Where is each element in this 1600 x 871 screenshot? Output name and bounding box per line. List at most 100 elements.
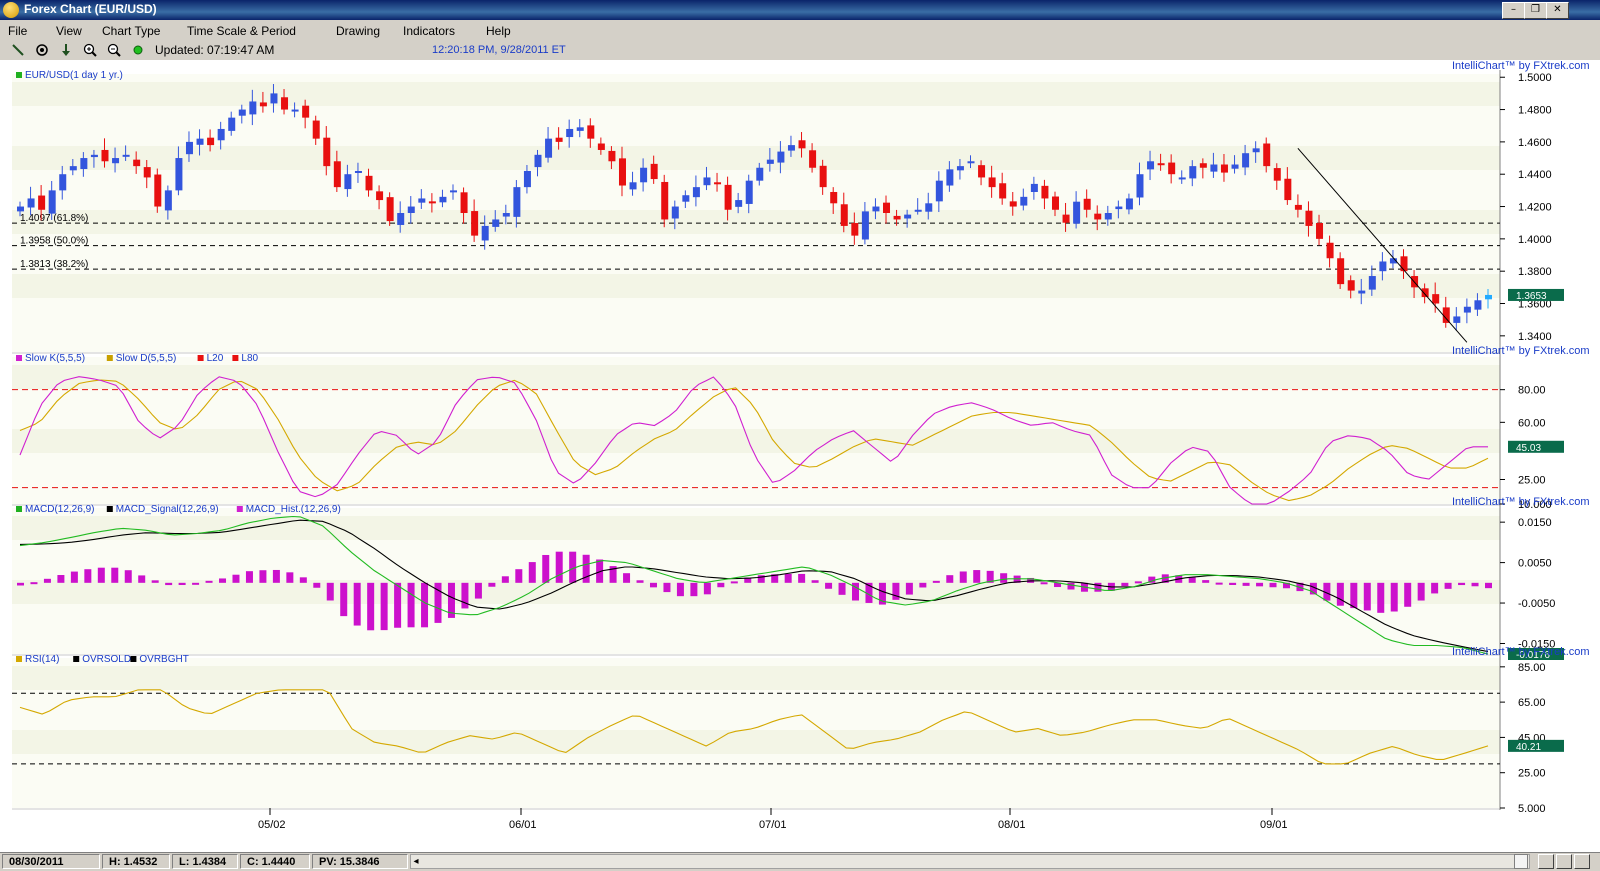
download-arrow-icon[interactable]: [58, 42, 74, 58]
line-draw-icon[interactable]: [10, 42, 26, 58]
zoom-in-icon[interactable]: [82, 42, 98, 58]
scroll-left-arrow-icon[interactable]: ◂: [410, 854, 422, 869]
candle-body: [608, 150, 616, 162]
candle-body: [1094, 213, 1102, 220]
macd-histogram-bar: [151, 580, 159, 583]
candle-body: [1432, 294, 1440, 304]
macd-histogram-bar: [299, 577, 307, 583]
macd-histogram-bar: [1242, 582, 1250, 586]
window-grid-icon[interactable]: [1574, 854, 1590, 869]
macd-histogram-bar: [1067, 582, 1075, 590]
candle-body: [756, 167, 764, 181]
macd-histogram-bar: [1134, 581, 1142, 584]
candle-body: [196, 138, 204, 145]
candle-body: [1083, 198, 1091, 210]
candle-body: [281, 97, 289, 110]
macd-histogram-bar: [1094, 582, 1102, 592]
candle-body: [164, 190, 172, 211]
legend-label: L20: [207, 353, 224, 364]
candle-body: [861, 211, 869, 240]
macd-histogram-bar: [138, 575, 146, 583]
price-axis-label: 1.3800: [1518, 266, 1552, 278]
menu-view[interactable]: View: [56, 24, 82, 38]
macd-histogram-bar: [1363, 582, 1371, 611]
legend-swatch: [197, 355, 204, 361]
menu-help[interactable]: Help: [486, 24, 511, 38]
macd-histogram-bar: [946, 575, 954, 583]
intellichart-brand: IntelliChart™ by FXtrek.com: [1452, 345, 1590, 357]
status-close: C: 1.4440: [240, 854, 310, 869]
macd-histogram-bar: [1404, 582, 1412, 607]
price-axis-label: 1.5000: [1518, 72, 1552, 84]
candle-body: [291, 109, 299, 112]
panel-band: [12, 274, 1500, 298]
intellichart-brand: IntelliChart™ by FXtrek.com: [1452, 496, 1590, 508]
macd-histogram-bar: [326, 582, 334, 601]
window-tile-icon[interactable]: [1538, 854, 1554, 869]
macd-histogram-bar: [165, 582, 173, 586]
x-axis-label: 07/01: [759, 819, 787, 831]
window-cascade-icon[interactable]: [1556, 854, 1572, 869]
candle-body: [1485, 294, 1492, 300]
toolbar-filler: [583, 40, 1600, 60]
menu-drawing[interactable]: Drawing: [336, 24, 380, 38]
candle-body: [228, 117, 236, 131]
candle-body: [259, 102, 267, 107]
candle-body: [122, 154, 130, 157]
close-button[interactable]: ✕: [1546, 2, 1569, 19]
candle-body: [935, 180, 943, 202]
candle-body: [59, 174, 67, 191]
candle-body: [1104, 213, 1112, 220]
candle-body: [618, 158, 626, 186]
candle-body: [1400, 256, 1408, 272]
chart-area[interactable]: EUR/USD(1 day 1 yr.) IntelliChart™ by FXt…: [0, 60, 1600, 852]
candle-body: [1368, 276, 1376, 290]
macd-histogram-bar: [1121, 582, 1129, 587]
minimize-button[interactable]: –: [1502, 2, 1525, 19]
target-icon[interactable]: [34, 42, 50, 58]
macd-histogram-bar: [111, 567, 119, 583]
macd-histogram-bar: [501, 576, 509, 583]
legend-swatch: [16, 355, 22, 361]
candle-body: [703, 177, 711, 186]
candle-body: [1474, 300, 1482, 310]
legend-label: Slow D(5,5,5): [116, 353, 177, 364]
candle-body: [956, 166, 964, 171]
candle-body: [523, 170, 531, 188]
menu-file[interactable]: File: [8, 24, 27, 38]
macd-histogram-bar: [825, 582, 833, 589]
zoom-out-icon[interactable]: [106, 42, 122, 58]
macd-histogram-bar: [313, 582, 321, 588]
status-pv: PV: 15.3846: [312, 854, 408, 869]
menu-chart-type[interactable]: Chart Type: [102, 24, 160, 38]
candle-body: [1231, 164, 1239, 169]
fib-level-label: 1.3813 (38.2%): [20, 259, 88, 270]
candle-body: [819, 165, 827, 188]
market-clock: 12:20:18 PM, 9/28/2011 ET: [432, 44, 566, 56]
panel-band: [12, 82, 1500, 106]
restore-button[interactable]: ❐: [1524, 2, 1547, 19]
chart-canvas[interactable]: EUR/USD(1 day 1 yr.) IntelliChart™ by FXt…: [0, 60, 1600, 852]
macd-histogram-bar: [1256, 582, 1264, 587]
price-axis-label: 1.4600: [1518, 137, 1552, 149]
macd-histogram-bar: [905, 582, 913, 595]
candle-body: [460, 192, 468, 213]
macd-histogram-bar: [474, 582, 482, 599]
macd-axis-label: -0.0050: [1518, 598, 1555, 610]
macd-histogram-bar: [973, 570, 981, 583]
menu-time-scale[interactable]: Time Scale & Period: [187, 24, 296, 38]
candle-body: [555, 137, 563, 142]
candle-body: [101, 149, 109, 162]
scroll-thumb[interactable]: [1514, 854, 1528, 869]
macd-histogram-bar: [1040, 582, 1048, 585]
macd-histogram-bar: [932, 580, 940, 583]
candle-body: [1273, 168, 1281, 181]
candle-body: [1041, 185, 1049, 199]
menu-indicators[interactable]: Indicators: [403, 24, 455, 38]
panel-band: [12, 210, 1500, 234]
candle-body: [1284, 178, 1292, 201]
candle-body: [238, 109, 246, 116]
horizontal-scrollbar[interactable]: [410, 854, 1530, 869]
status-high: H: 1.4532: [102, 854, 170, 869]
macd-histogram-bar: [407, 582, 415, 628]
